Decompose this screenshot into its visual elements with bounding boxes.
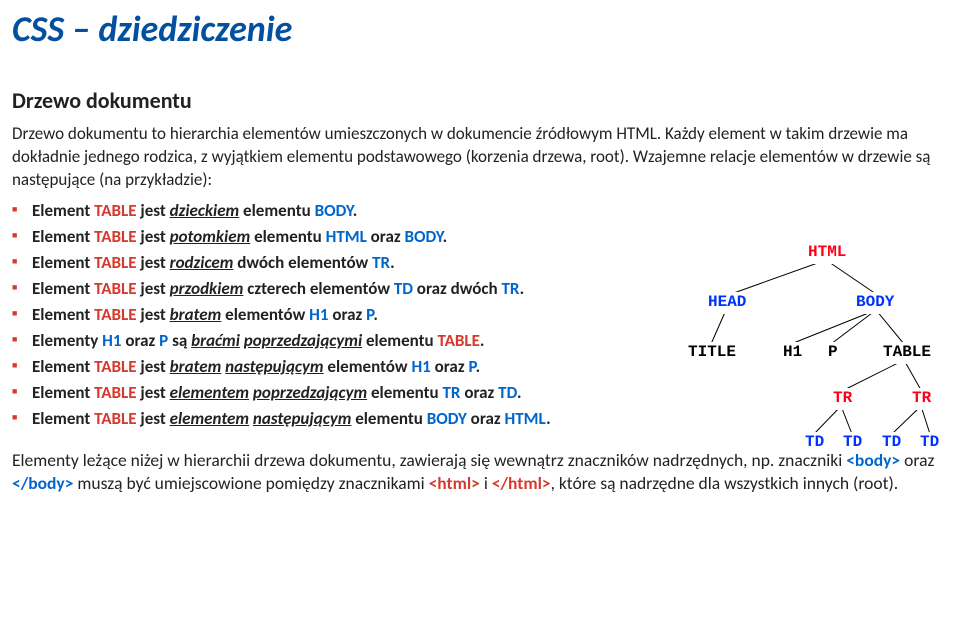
dom-tree-diagram: HTML HEAD BODY TITLE H1 P TABLE TR TR TD… [686,242,946,442]
tree-node-tr: TR [910,388,933,410]
tree-node-h1: H1 [781,342,804,364]
tree-node-td: TD [918,432,941,454]
section-subtitle: Drzewo dokumentu [12,86,948,116]
tree-node-td: TD [880,432,903,454]
tree-node-tr: TR [831,388,854,410]
tree-node-body: BODY [854,292,896,314]
list-item: Element TABLE jest dzieckiem elementu BO… [12,200,948,223]
tree-node-head: HEAD [706,292,748,314]
tree-node-p: P [826,342,840,364]
slide-content: CSS – dziedziczenie Drzewo dokumentu Drz… [0,0,960,521]
page-title: CSS – dziedziczenie [12,5,948,54]
bottom-paragraph: Elementy leżące niżej w hierarchii drzew… [12,449,948,496]
tree-node-title: TITLE [686,342,738,364]
intro-paragraph: Drzewo dokumentu to hierarchia elementów… [12,123,948,192]
tree-node-html: HTML [806,242,848,264]
tree-node-td: TD [803,432,826,454]
tree-node-table: TABLE [881,342,933,364]
tree-node-td: TD [841,432,864,454]
